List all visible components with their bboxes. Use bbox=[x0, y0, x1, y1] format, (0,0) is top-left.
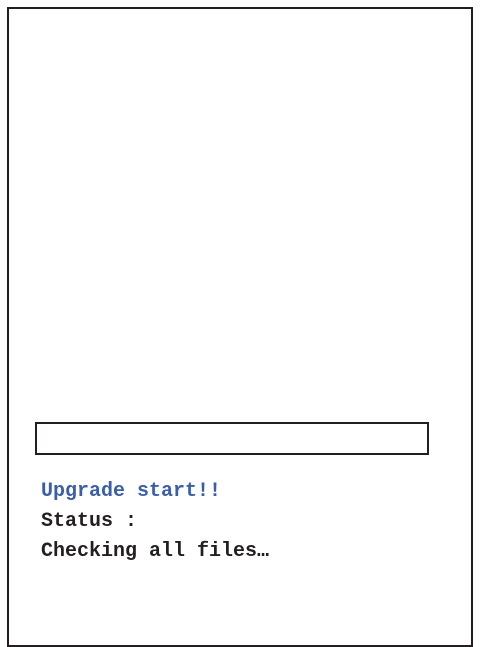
status-label: Status : bbox=[41, 510, 138, 533]
upgrade-title: Upgrade start!! bbox=[41, 480, 222, 503]
status-text: Checking all files… bbox=[41, 540, 270, 563]
upgrade-progress-bar bbox=[35, 422, 429, 455]
